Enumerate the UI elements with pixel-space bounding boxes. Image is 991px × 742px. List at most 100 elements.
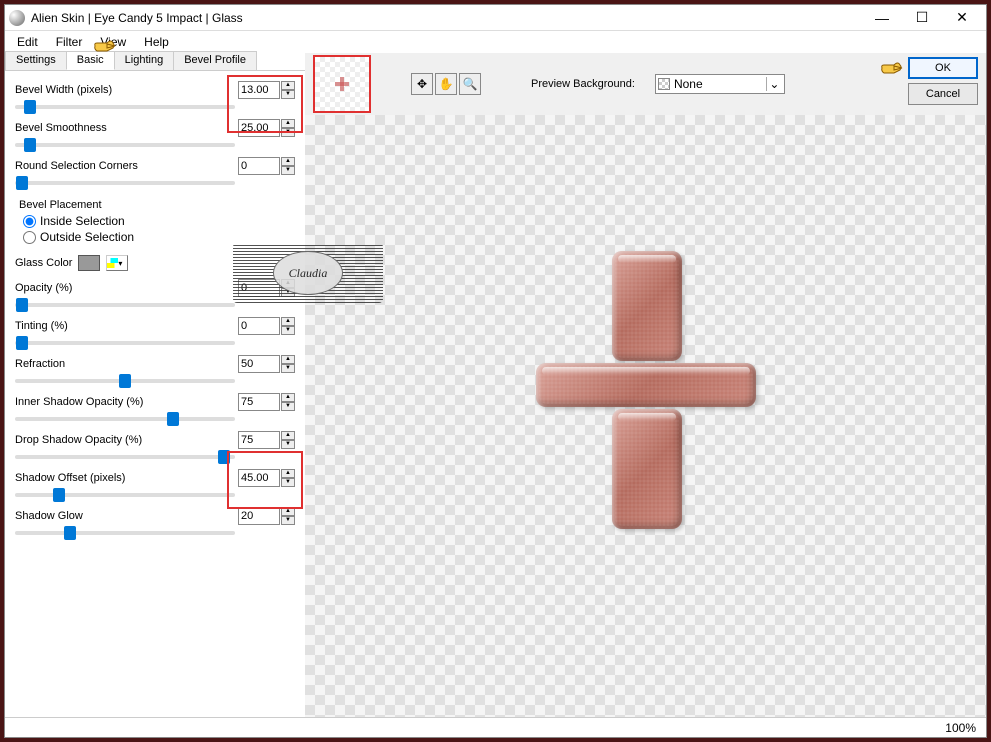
label-shadow-offset: Shadow Offset (pixels) (15, 472, 238, 484)
window-controls: — ☐ ✕ (862, 7, 982, 29)
slider-shadow-offset[interactable] (15, 493, 235, 497)
slider-tinting[interactable] (15, 341, 235, 345)
glass-piece-top (612, 251, 682, 361)
input-round-corners[interactable] (238, 157, 280, 175)
input-refraction[interactable] (238, 355, 280, 373)
row-shadow-glow: Shadow Glow ▲▼ (15, 507, 295, 525)
input-shadow-offset[interactable] (238, 469, 280, 487)
row-bevel-smoothness: Bevel Smoothness ▲▼ (15, 119, 295, 137)
thumbnail-preview[interactable] (313, 55, 371, 113)
spinner-drop-shadow[interactable]: ▲▼ (281, 431, 295, 449)
row-shadow-offset: Shadow Offset (pixels) ▲▼ (15, 469, 295, 487)
params-panel: Bevel Width (pixels) ▲▼ Bevel Smoothness… (5, 71, 305, 551)
spinner-shadow-offset[interactable]: ▲▼ (281, 469, 295, 487)
radio-outside-label: Outside Selection (40, 230, 134, 244)
slider-bevel-width[interactable] (15, 105, 235, 109)
spinner-tinting[interactable]: ▲▼ (281, 317, 295, 335)
content-area: Settings Basic Lighting Bevel Profile Be… (5, 53, 986, 717)
zoom-tool-icon[interactable]: 🔍 (459, 73, 481, 95)
close-button[interactable]: ✕ (942, 7, 982, 29)
preview-canvas[interactable] (305, 115, 986, 717)
row-round-corners: Round Selection Corners ▲▼ (15, 157, 295, 175)
input-inner-shadow[interactable] (238, 393, 280, 411)
slider-bevel-smoothness[interactable] (15, 143, 235, 147)
tool-icons: ✥ ✋ 🔍 (411, 73, 481, 95)
pointing-hand-icon (880, 59, 904, 77)
toolbar: ✥ ✋ 🔍 Preview Background: None ⌄ OK Canc… (305, 53, 986, 115)
spinner-refraction[interactable]: ▲▼ (281, 355, 295, 373)
move-tool-icon[interactable]: ✥ (411, 73, 433, 95)
menu-help[interactable]: Help (136, 33, 177, 51)
spinner-bevel-smoothness[interactable]: ▲▼ (281, 119, 295, 137)
slider-refraction[interactable] (15, 379, 235, 383)
spinner-shadow-glow[interactable]: ▲▼ (281, 507, 295, 525)
tab-lighting[interactable]: Lighting (114, 51, 175, 70)
radio-outside-input[interactable] (23, 231, 36, 244)
palette-icon (107, 258, 118, 268)
transparency-swatch-icon (658, 78, 670, 90)
slider-inner-shadow[interactable] (15, 417, 235, 421)
input-shadow-glow[interactable] (238, 507, 280, 525)
tab-strip: Settings Basic Lighting Bevel Profile (5, 51, 305, 71)
label-bevel-smoothness: Bevel Smoothness (15, 122, 238, 134)
glass-effect-preview (536, 251, 756, 551)
radio-inside-input[interactable] (23, 215, 36, 228)
glass-color-picker-button[interactable]: ▾ (106, 255, 128, 271)
row-inner-shadow: Inner Shadow Opacity (%) ▲▼ (15, 393, 295, 411)
input-drop-shadow[interactable] (238, 431, 280, 449)
chevron-down-icon: ⌄ (766, 77, 782, 91)
row-bevel-width: Bevel Width (pixels) ▲▼ (15, 81, 295, 99)
radio-inside-label: Inside Selection (40, 214, 125, 228)
hand-tool-icon[interactable]: ✋ (435, 73, 457, 95)
maximize-button[interactable]: ☐ (902, 7, 942, 29)
statusbar: 100% (5, 717, 986, 737)
dialog-buttons: OK Cancel (908, 57, 978, 105)
left-panel: Settings Basic Lighting Bevel Profile Be… (5, 53, 305, 717)
menu-edit[interactable]: Edit (9, 33, 46, 51)
menubar: Edit Filter View Help (5, 31, 986, 53)
label-bevel-width: Bevel Width (pixels) (15, 84, 238, 96)
glass-piece-bottom (612, 409, 682, 529)
pointing-hand-icon (93, 37, 117, 55)
menu-filter[interactable]: Filter (48, 33, 91, 51)
group-bevel-placement: Bevel Placement Inside Selection Outside… (19, 199, 295, 245)
label-inner-shadow: Inner Shadow Opacity (%) (15, 396, 238, 408)
glass-color-swatch[interactable] (78, 255, 100, 271)
app-icon (9, 10, 25, 26)
right-panel: ✥ ✋ 🔍 Preview Background: None ⌄ OK Canc… (305, 53, 986, 717)
tab-bevel-profile[interactable]: Bevel Profile (173, 51, 257, 70)
slider-opacity[interactable] (15, 303, 235, 307)
spinner-round-corners[interactable]: ▲▼ (281, 157, 295, 175)
combo-preview-value: None (674, 77, 703, 91)
label-glass-color: Glass Color (15, 257, 72, 269)
watermark: Claudia (233, 243, 383, 303)
input-tinting[interactable] (238, 317, 280, 335)
label-tinting: Tinting (%) (15, 320, 238, 332)
window-title: Alien Skin | Eye Candy 5 Impact | Glass (31, 11, 862, 25)
row-refraction: Refraction ▲▼ (15, 355, 295, 373)
ok-button[interactable]: OK (908, 57, 978, 79)
input-bevel-width[interactable] (238, 81, 280, 99)
slider-round-corners[interactable] (15, 181, 235, 185)
minimize-button[interactable]: — (862, 7, 902, 29)
slider-shadow-glow[interactable] (15, 531, 235, 535)
combo-preview-background[interactable]: None ⌄ (655, 74, 785, 94)
label-round-corners: Round Selection Corners (15, 160, 238, 172)
cross-icon (335, 77, 349, 91)
chevron-down-icon: ▾ (118, 259, 127, 268)
glass-piece-horizontal (536, 363, 756, 407)
slider-drop-shadow[interactable] (15, 455, 235, 459)
tab-settings[interactable]: Settings (5, 51, 67, 70)
cancel-button[interactable]: Cancel (908, 83, 978, 105)
radio-inside-selection[interactable]: Inside Selection (23, 213, 295, 229)
watermark-text: Claudia (273, 251, 343, 295)
spinner-inner-shadow[interactable]: ▲▼ (281, 393, 295, 411)
row-drop-shadow: Drop Shadow Opacity (%) ▲▼ (15, 431, 295, 449)
zoom-level: 100% (945, 721, 976, 735)
titlebar: Alien Skin | Eye Candy 5 Impact | Glass … (5, 5, 986, 31)
label-drop-shadow: Drop Shadow Opacity (%) (15, 434, 238, 446)
input-bevel-smoothness[interactable] (238, 119, 280, 137)
label-refraction: Refraction (15, 358, 238, 370)
label-shadow-glow: Shadow Glow (15, 510, 238, 522)
spinner-bevel-width[interactable]: ▲▼ (281, 81, 295, 99)
